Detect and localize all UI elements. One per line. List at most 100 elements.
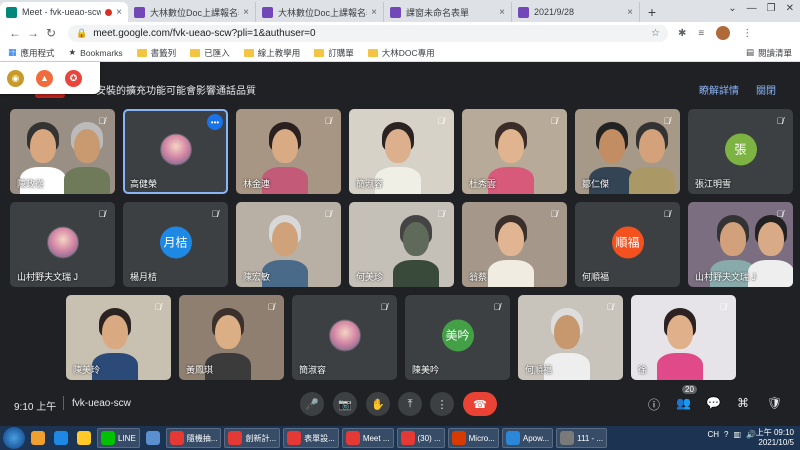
participant-face — [720, 222, 746, 256]
dismiss-banner-button[interactable]: 關閉 — [756, 82, 776, 97]
volume-icon[interactable]: 🔊 — [746, 430, 756, 439]
leave-call-button[interactable]: ☎ — [463, 392, 497, 416]
taskbar-button[interactable]: 111 - ... — [556, 428, 608, 448]
taskbar-button[interactable]: Micro... — [447, 428, 499, 448]
more-options-button[interactable]: ⋮ — [430, 392, 454, 416]
reading-list[interactable]: ▤ 閱讀清單 — [746, 47, 792, 59]
taskbar-label: Meet ... — [362, 433, 390, 443]
extensions-icon[interactable]: ✱ — [678, 28, 686, 39]
mic-muted-icon: 🎙̸ — [267, 302, 275, 312]
bookmark-bookmarks[interactable]: ★ Bookmarks — [69, 47, 123, 58]
participant-face — [599, 129, 625, 163]
participant-tile[interactable]: 杜秀雲 🎙̸ — [462, 109, 567, 194]
media-icon[interactable]: ≡ — [698, 28, 704, 39]
taskbar-button[interactable] — [51, 428, 71, 448]
folder-icon — [136, 48, 147, 57]
menu-icon[interactable]: ⋮ — [742, 28, 752, 39]
participant-tile[interactable]: 鄒仁傑 🎙̸ — [575, 109, 680, 194]
close-icon[interactable]: × — [116, 7, 122, 18]
taskbar-button[interactable] — [143, 428, 163, 448]
tab-form-4[interactable]: 2021/9/28 × — [512, 2, 640, 22]
forward-icon[interactable]: → — [24, 26, 42, 40]
tab-form-2[interactable]: 大林數位Doc上課報名表 × — [256, 2, 384, 22]
bookmark-folder[interactable]: 線上教學用 — [243, 47, 300, 59]
activities-icon[interactable]: ⌘ — [737, 396, 749, 410]
new-tab-button[interactable]: + — [642, 2, 662, 22]
tab-form-1[interactable]: 大林數位Doc上課報名表 × — [128, 2, 256, 22]
participant-name: 翁蔡 — [469, 272, 488, 282]
participant-tile[interactable]: 徐 🎙̸ — [631, 295, 736, 380]
minimize-icon[interactable]: — — [747, 3, 757, 14]
tab-meet[interactable]: Meet - fvk-ueao-scw × — [0, 2, 128, 22]
help-icon[interactable]: ? — [724, 430, 728, 439]
bookmark-folder[interactable]: 大林DOC專用 — [367, 47, 435, 59]
start-button[interactable] — [3, 427, 25, 449]
participant-tile[interactable]: 何順福 🎙̸ — [518, 295, 623, 380]
taskbar-button[interactable]: 表單設... — [283, 428, 339, 448]
host-controls-icon[interactable]: 🛡 — [767, 396, 782, 410]
participant-tile[interactable]: 高健榮 ••• — [123, 109, 228, 194]
participant-tile[interactable]: 簡淑容 🎙̸ — [349, 109, 454, 194]
info-icon[interactable]: ⓘ — [648, 396, 660, 413]
profile-avatar[interactable] — [716, 26, 731, 40]
extension-red-icon[interactable]: ✪ — [65, 69, 82, 87]
participant-tile[interactable]: 張張江明雪 🎙̸ — [688, 109, 793, 194]
close-icon[interactable]: × — [627, 7, 633, 18]
lock-icon[interactable]: 🔒 — [76, 28, 87, 39]
microphone-button[interactable]: 🎤 — [300, 392, 324, 416]
taskbar-button[interactable] — [28, 428, 48, 448]
people-icon[interactable]: 👥 — [676, 396, 691, 410]
participant-tile[interactable]: 翁蔡 🎙̸ — [462, 202, 567, 287]
participant-tile[interactable]: 美吟 陳美吟 🎙̸ — [405, 295, 510, 380]
participant-tile[interactable]: 何美珍 🎙̸ — [349, 202, 454, 287]
taskbar-button[interactable]: LINE — [97, 428, 140, 448]
maximize-icon[interactable]: ❐ — [767, 3, 776, 14]
extension-orange-icon[interactable]: ▲ — [36, 69, 53, 87]
tab-title: 大林數位Doc上課報名表 — [278, 7, 368, 18]
close-icon[interactable]: × — [243, 7, 249, 18]
tab-search-icon[interactable]: ⌄ — [728, 3, 736, 14]
tab-title: 大林數位Doc上課報名表 — [150, 7, 240, 18]
taskbar-button[interactable]: 隨機抽... — [165, 428, 222, 448]
participant-tile[interactable]: 簡淑容 🎙̸ — [292, 295, 397, 380]
participant-tile[interactable]: 月桔 楊月桔 🎙̸ — [123, 202, 228, 287]
bookmark-star-icon[interactable]: ☆ — [651, 28, 660, 39]
close-icon[interactable]: × — [499, 7, 505, 18]
raise-hand-button[interactable]: ✋ — [366, 392, 390, 416]
folder-icon — [243, 48, 254, 57]
participant-tile[interactable]: 山村野夫文瑞 J 🎙̸ — [688, 202, 793, 287]
participant-tile[interactable]: 順福 何順福 🎙̸ — [575, 202, 680, 287]
taskbar-clock[interactable]: 上午 09:10 2021/10/5 — [756, 428, 794, 448]
participant-tile[interactable]: 林金連 🎙̸ — [236, 109, 341, 194]
bookmark-folder[interactable]: 已匯入 — [190, 47, 230, 59]
extension-gold-icon[interactable]: ◉ — [7, 69, 24, 87]
close-icon[interactable]: × — [371, 7, 377, 18]
bookmark-folder[interactable]: 書籤列 — [136, 47, 176, 59]
bookmark-label: 應用程式 — [20, 47, 55, 58]
taskbar-button[interactable]: Meet ... — [341, 428, 394, 448]
present-button[interactable]: ⤒ — [398, 392, 422, 416]
bookmark-apps[interactable]: ▦ 應用程式 — [8, 47, 55, 59]
taskbar-button[interactable] — [74, 428, 94, 448]
network-icon[interactable]: ▥ — [733, 430, 741, 439]
taskbar-button[interactable]: Apow... — [501, 428, 554, 448]
camera-button[interactable]: 📷 — [333, 392, 357, 416]
participant-tile[interactable]: 陳政從 🎙̸ — [10, 109, 115, 194]
participant-tile[interactable]: 陳美玲 🎙̸ — [66, 295, 171, 380]
participant-tile[interactable]: 陳宏敏 🎙̸ — [236, 202, 341, 287]
taskbar-button[interactable]: (30) ... — [396, 428, 445, 448]
participant-tile[interactable]: 山村野夫文瑞 J 🎙̸ — [10, 202, 115, 287]
language-indicator[interactable]: CH — [707, 430, 719, 439]
chat-icon[interactable]: 💬 — [706, 396, 721, 410]
meeting-code: fvk-ueao-scw — [72, 398, 131, 409]
tab-form-3[interactable]: 課窗未命名表單 × — [384, 2, 512, 22]
address-bar[interactable]: 🔒 meet.google.com/fvk-ueao-scw?pli=1&aut… — [68, 24, 668, 42]
participant-tile[interactable]: 黃鳳琪 🎙̸ — [179, 295, 284, 380]
bookmark-folder[interactable]: 訂購單 — [314, 47, 354, 59]
clock-time: 上午 09:10 — [755, 428, 794, 437]
back-icon[interactable]: ← — [6, 26, 24, 40]
learn-more-link[interactable]: 瞭解詳情 — [699, 82, 739, 97]
taskbar-button[interactable]: 創新計... — [224, 428, 281, 448]
reload-icon[interactable]: ↻ — [42, 26, 60, 40]
window-close-icon[interactable]: ✕ — [786, 3, 794, 14]
